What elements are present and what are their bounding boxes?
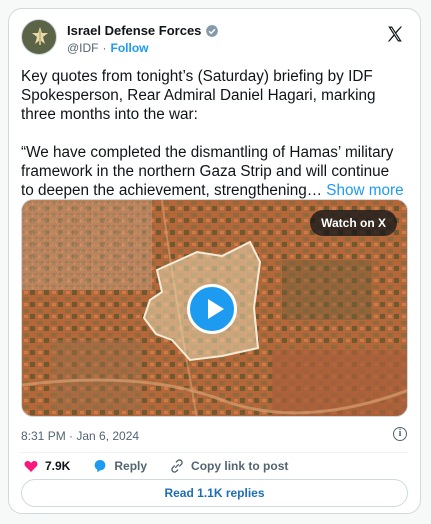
play-icon[interactable]: [187, 284, 237, 334]
like-button[interactable]: 7.9K: [23, 458, 70, 474]
idf-avatar[interactable]: [21, 19, 57, 55]
copy-link-label: Copy link to post: [191, 459, 289, 473]
tweet-body: Key quotes from tonight’s (Saturday) bri…: [21, 68, 394, 199]
link-icon: [171, 459, 183, 473]
tweet-header: Israel Defense Forces @IDF · Follow: [21, 19, 408, 59]
author-handle[interactable]: @IDF: [67, 41, 99, 55]
reply-button[interactable]: Reply: [92, 458, 147, 474]
follow-button[interactable]: Follow: [111, 41, 149, 55]
verified-badge-icon: [206, 24, 219, 37]
author-name[interactable]: Israel Defense Forces: [67, 23, 201, 38]
handle-row: @IDF · Follow: [67, 41, 149, 55]
tweet-text: Key quotes from tonight’s (Saturday) bri…: [21, 67, 406, 200]
heart-icon: [24, 460, 38, 472]
copy-link-button[interactable]: Copy link to post: [169, 458, 288, 474]
x-logo-icon[interactable]: [386, 25, 404, 43]
divider: [21, 452, 408, 453]
reply-bubble-icon: [95, 460, 106, 473]
post-timestamp[interactable]: 8:31 PM · Jan 6, 2024: [21, 429, 139, 443]
watch-on-x-button[interactable]: Watch on X: [310, 210, 397, 236]
reply-label: Reply: [114, 459, 148, 473]
show-more-link[interactable]: Show more: [326, 182, 403, 199]
tweet-card: Israel Defense Forces @IDF · Follow Key …: [8, 8, 421, 514]
read-replies-button[interactable]: Read 1.1K replies: [21, 479, 408, 507]
separator: ·: [102, 41, 107, 55]
action-bar: 7.9K Reply Copy link to post: [23, 456, 408, 476]
info-icon[interactable]: i: [393, 427, 407, 441]
idf-emblem-icon: [32, 27, 48, 45]
likes-count: 7.9K: [45, 459, 71, 473]
author-name-row: Israel Defense Forces: [67, 23, 219, 38]
video-media[interactable]: Watch on X: [21, 199, 408, 417]
